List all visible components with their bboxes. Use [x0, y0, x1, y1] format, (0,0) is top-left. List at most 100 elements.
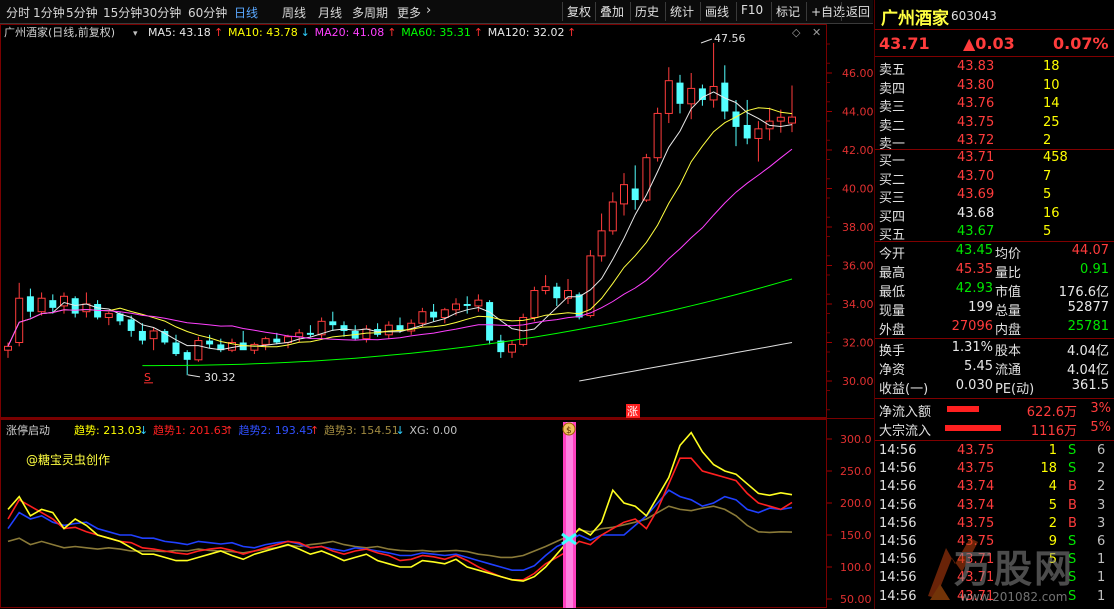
bid-label: 买三: [879, 191, 906, 206]
indicator-axis-label: 50.00: [840, 593, 872, 606]
flow-pct: 5%: [1090, 420, 1111, 435]
ask-label: 卖三: [879, 100, 906, 115]
candle-body: [250, 343, 259, 351]
ma-legend-4: MA120: 32.02: [488, 26, 565, 39]
period-10-button[interactable]: 更多: [397, 4, 421, 21]
ask-price[interactable]: 43.75: [957, 115, 1017, 130]
bid-price[interactable]: 43.70: [957, 169, 1017, 184]
indicator-legend-2: 趋势2: 193.45: [239, 424, 314, 437]
tick-side: B: [1068, 515, 1077, 531]
candle-body: [664, 80, 673, 114]
tick-price: 43.71: [957, 570, 995, 586]
main-chart-title: 广州酒家(日线,前复权): [4, 25, 115, 39]
ask-volume: 2: [1043, 133, 1052, 148]
period-1-button[interactable]: 1分钟: [33, 4, 65, 21]
tick-time: 14:56: [879, 479, 917, 495]
bid-price[interactable]: 43.68: [957, 206, 1017, 221]
ask-price[interactable]: 43.80: [957, 78, 1017, 93]
tick-volume: 18: [1040, 461, 1057, 477]
close-icon[interactable]: ✕: [812, 26, 821, 39]
ask-price[interactable]: 43.83: [957, 59, 1017, 74]
candle-body: [430, 311, 438, 318]
dollar-label: $: [566, 426, 572, 436]
toolbar-3-button[interactable]: 统计: [670, 3, 694, 20]
candle-body: [104, 313, 113, 318]
toolbar-separator: [841, 2, 842, 21]
candle-body: [172, 342, 180, 355]
period-0-button[interactable]: 分时: [6, 4, 30, 21]
period-toolbar: 分时 1分钟 5分钟 15分钟 30分钟 60分钟 日线 周线 月线 多周期 更多 › 复权 叠加 历史 统计…: [0, 0, 873, 24]
candle-body: [15, 297, 24, 344]
bid-price[interactable]: 43.71: [957, 150, 1017, 165]
chart-area[interactable]: 46.00 44.00 42.00 40.00 38.00 36.00 34.00 32.00…: [0, 24, 874, 609]
flow-label: 大宗流入: [879, 424, 932, 439]
author-label: @糖宝灵虫创作: [26, 452, 110, 467]
period-3-button[interactable]: 15分钟: [103, 4, 142, 21]
candle-body: [49, 300, 57, 308]
stat-value: 42.93: [955, 281, 993, 296]
period-8-button[interactable]: 月线: [318, 4, 342, 21]
candlestick-chart[interactable]: 46.00 44.00 42.00 40.00 38.00 36.00 34.00 32.00…: [0, 24, 874, 609]
candle-body: [620, 184, 628, 205]
period-4-button[interactable]: 30分钟: [142, 4, 181, 21]
price-axis-label: 34.00: [842, 298, 874, 311]
high-pointer: [700, 38, 713, 44]
dropdown-icon[interactable]: ▾: [133, 29, 138, 39]
high-price-label: 47.56: [714, 32, 746, 45]
candle-body: [127, 319, 135, 331]
tick-volume: 4: [1048, 479, 1057, 495]
toolbar-5-button[interactable]: F10: [741, 3, 763, 17]
toolbar-1-button[interactable]: 叠加: [600, 3, 624, 20]
toolbar-6-button[interactable]: 标记: [776, 3, 800, 20]
price-axis-label: 46.00: [842, 67, 874, 80]
tick-trail: 6: [1097, 534, 1106, 549]
price-axis-label: 30.00: [842, 375, 874, 388]
candle-body: [474, 299, 483, 307]
period-6-button[interactable]: 日线: [234, 4, 258, 21]
toolbar-4-button[interactable]: 画线: [705, 3, 729, 20]
candle-body: [452, 303, 460, 311]
panel-divider: [875, 398, 1114, 399]
tick-side: S: [1068, 552, 1077, 568]
period-9-button[interactable]: 多周期: [352, 4, 388, 21]
ask-price[interactable]: 43.72: [957, 133, 1017, 148]
tick-time: 14:56: [879, 461, 917, 477]
candle-body: [743, 124, 751, 139]
tick-side: S: [1068, 588, 1077, 604]
panel-divider: [875, 440, 1114, 441]
stock-terminal: 分时 1分钟 5分钟 15分钟 30分钟 60分钟 日线 周线 月线 多周期 更多 › 复权 叠加 历史 统计…: [0, 0, 1114, 609]
stat-label: 量比: [995, 266, 1022, 281]
ma5-line: [7, 91, 793, 351]
diamond-icon[interactable]: ◇: [792, 26, 801, 39]
bid-price[interactable]: 43.67: [957, 224, 1017, 239]
candle-body: [261, 338, 270, 345]
price-change: ▲0.03: [963, 34, 1015, 53]
period-7-button[interactable]: 周线: [282, 4, 306, 21]
price-change-pct: 0.07%: [1053, 34, 1109, 53]
toolbar-2-button[interactable]: 历史: [635, 3, 659, 20]
bid-label: 买四: [879, 209, 906, 225]
price-axis-label: 40.00: [842, 183, 874, 196]
toolbar-0-button[interactable]: 复权: [567, 3, 591, 20]
ma-legend-3: MA60: 35.31: [401, 26, 471, 39]
period-2-button[interactable]: 5分钟: [66, 4, 98, 21]
ma120-line: [579, 342, 793, 382]
toolbar-8-button[interactable]: 返回: [846, 3, 870, 20]
candle-body: [541, 286, 550, 292]
period-5-button[interactable]: 60分钟: [188, 4, 227, 21]
bid-price[interactable]: 43.69: [957, 187, 1017, 202]
tick-price: 43.75: [957, 534, 995, 549]
candle-body: [340, 325, 348, 331]
ask-price[interactable]: 43.76: [957, 96, 1017, 111]
panel-divider: [875, 29, 1114, 30]
more-arrow-icon[interactable]: ›: [426, 3, 431, 18]
toolbar-7-button[interactable]: +自选: [811, 3, 845, 20]
tick-price: 43.74: [957, 479, 995, 495]
tick-volume: 9: [1048, 534, 1057, 549]
tick-side: S: [1068, 461, 1077, 477]
indicator-axis-label: 300.0: [840, 433, 872, 446]
toolbar-separator: [806, 2, 807, 21]
ask-volume: 10: [1043, 77, 1060, 93]
ma-trend-arrow-icon: ↑: [567, 26, 576, 39]
toolbar-separator: [595, 2, 596, 21]
